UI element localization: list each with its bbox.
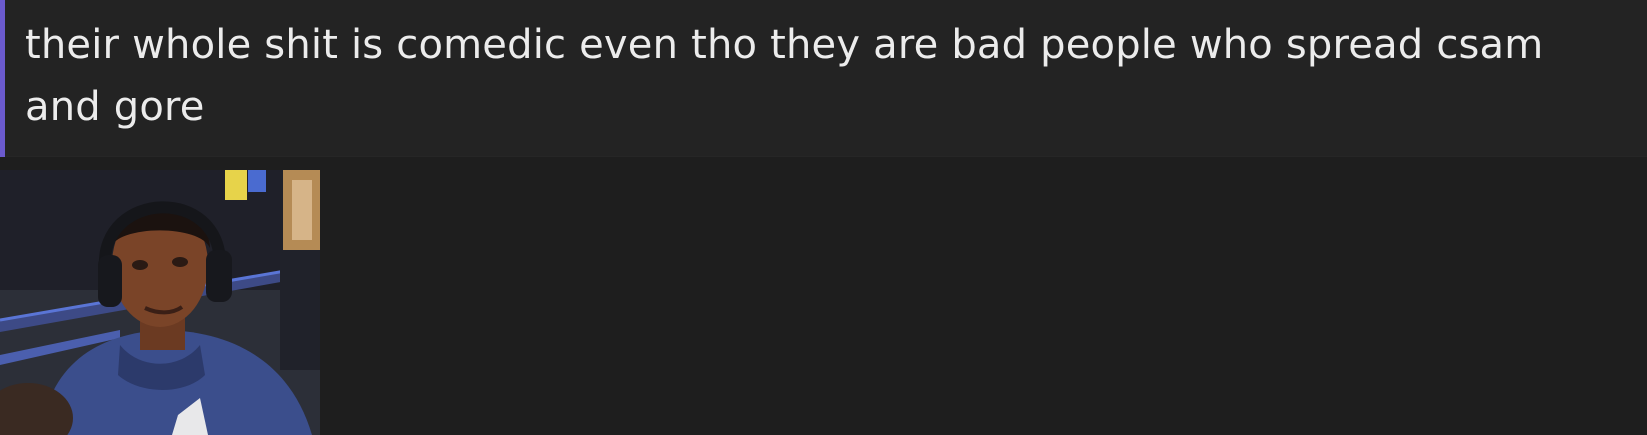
gif-image [0,170,320,435]
message-text: their whole shit is comedic even tho the… [25,22,1544,130]
message-accent-bar [0,0,5,157]
gif-attachment[interactable] [0,170,320,435]
message-row: their whole shit is comedic even tho the… [0,0,1647,157]
